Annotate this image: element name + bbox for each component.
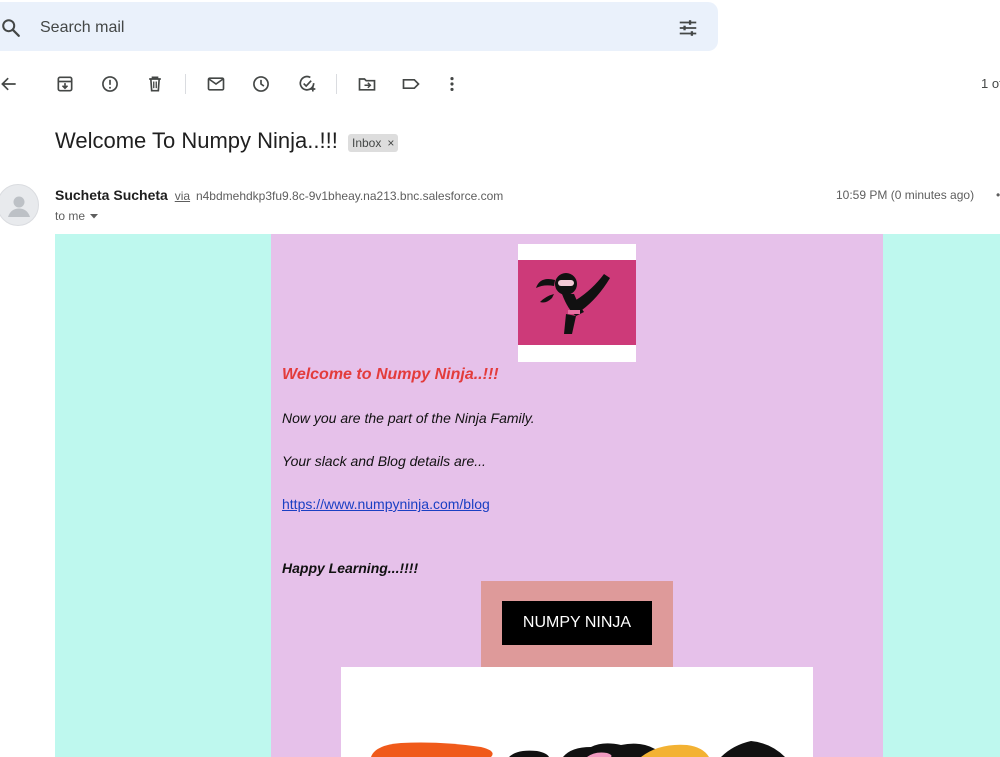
arrow-left-icon	[1, 77, 16, 91]
sender-name[interactable]: Sucheta Sucheta	[55, 187, 168, 203]
toolbar-divider	[185, 74, 186, 94]
recipient-text: to me	[55, 209, 86, 223]
ninja-group-illustration	[371, 741, 785, 757]
search-input[interactable]	[40, 16, 560, 40]
ninja-characters-image	[341, 667, 813, 757]
move-to-button[interactable]	[356, 73, 378, 95]
recipient-details-toggle[interactable]: to me	[55, 209, 99, 223]
pager-count: 1 of	[981, 76, 1000, 91]
numpy-ninja-logo	[518, 244, 636, 362]
mail-icon	[207, 77, 225, 91]
email-body-line: Your slack and Blog details are...	[282, 453, 486, 469]
labels-button[interactable]	[400, 73, 422, 95]
trash-icon	[149, 76, 161, 92]
report-icon	[102, 76, 118, 92]
archive-button[interactable]	[54, 73, 76, 95]
back-button[interactable]	[0, 73, 20, 95]
logo-background	[518, 260, 636, 345]
email-welcome-heading: Welcome to Numpy Ninja..!!!	[282, 366, 499, 383]
blog-link[interactable]: https://www.numpyninja.com/blog	[282, 496, 490, 512]
numpy-ninja-button[interactable]: NUMPY NINJA	[502, 601, 652, 645]
label-icon	[402, 79, 420, 89]
snooze-button[interactable]	[250, 73, 272, 95]
person-icon	[8, 196, 30, 217]
via-link[interactable]: via	[175, 189, 190, 203]
sender-address: n4bdmehdkp3fu9.8c-9v1bheay.na213.bnc.sal…	[195, 189, 504, 203]
message-toolbar: 1 of	[0, 64, 1000, 104]
sender-row: Sucheta Sucheta via n4bdmehdkp3fu9.8c-9v…	[55, 187, 503, 203]
inbox-label-chip: Inbox ×	[348, 134, 399, 152]
delete-button[interactable]	[144, 73, 166, 95]
remove-label-icon[interactable]: ×	[387, 134, 394, 152]
archive-icon	[57, 76, 73, 92]
mark-unread-button[interactable]	[205, 73, 227, 95]
caret-down-icon	[90, 214, 99, 219]
sender-avatar[interactable]	[0, 184, 39, 226]
toolbar-divider	[336, 74, 337, 94]
star-icon[interactable]: •	[996, 188, 1000, 202]
clock-icon	[253, 76, 269, 92]
add-to-tasks-button[interactable]	[296, 73, 318, 95]
email-subject: Welcome To Numpy Ninja..!!!	[55, 128, 338, 153]
search-bar	[0, 2, 718, 51]
add-task-icon	[299, 75, 316, 92]
more-vert-icon	[450, 77, 454, 91]
folder-move-icon	[358, 78, 376, 91]
tune-icon[interactable]	[677, 17, 699, 39]
email-closing: Happy Learning...!!!!	[282, 560, 419, 576]
email-body-line: Now you are the part of the Ninja Family…	[282, 410, 535, 426]
report-spam-button[interactable]	[99, 73, 121, 95]
ninja-kick-icon	[536, 273, 610, 334]
more-button[interactable]	[441, 73, 463, 95]
label-chip-text: Inbox	[352, 136, 382, 150]
search-icon[interactable]	[0, 17, 22, 39]
message-timestamp: 10:59 PM (0 minutes ago)	[836, 188, 975, 202]
